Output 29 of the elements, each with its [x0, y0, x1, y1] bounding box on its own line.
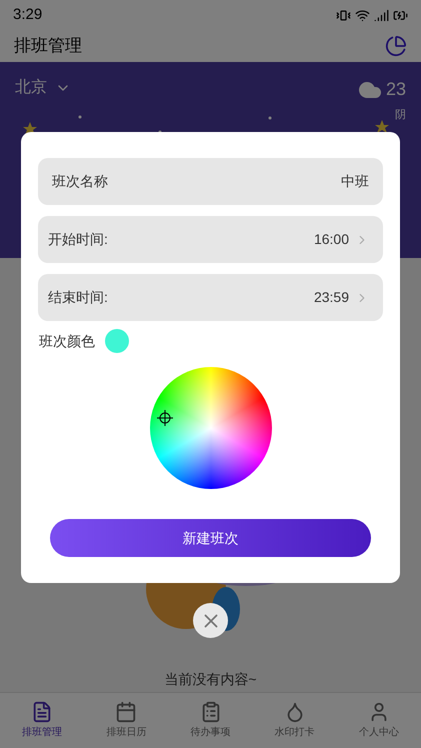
signal-icon: [374, 8, 389, 22]
color-label: 班次颜色: [39, 332, 95, 350]
time-picker[interactable]: 结束时间: 23:59: [38, 274, 383, 321]
field-label: 结束时间:: [48, 288, 108, 307]
crosshair-icon[interactable]: [156, 410, 172, 426]
app-title: 排班管理: [14, 35, 82, 58]
city-label[interactable]: 北京: [15, 76, 47, 100]
field-value: 中班: [341, 172, 369, 191]
time-picker[interactable]: 开始时间: 16:00: [38, 216, 383, 263]
empty-message: 当前没有内容~: [164, 670, 257, 689]
field-label: 班次名称: [52, 172, 108, 191]
create-shift-button[interactable]: 新建班次: [50, 519, 371, 557]
tab[interactable]: 待办事项: [168, 693, 253, 748]
field-value: 23:59: [314, 288, 349, 307]
tab[interactable]: 水印打卡: [252, 693, 337, 748]
vibrate-icon: [336, 8, 351, 22]
tab[interactable]: 排班管理: [0, 693, 84, 748]
tab[interactable]: 排班日历: [84, 693, 168, 748]
weather-condition: 阴: [395, 108, 406, 123]
document-icon: [31, 701, 54, 723]
field-value: 16:00: [314, 230, 349, 249]
name-field[interactable]: 班次名称 中班: [38, 158, 383, 205]
wifi-icon: [355, 8, 370, 22]
calendar-icon: [115, 701, 138, 723]
chart-icon[interactable]: [385, 35, 407, 57]
temperature: 23: [386, 78, 406, 101]
status-time: 3:29: [13, 4, 42, 25]
field-label: 开始时间:: [48, 230, 108, 249]
tab[interactable]: 个人中心: [336, 693, 421, 748]
